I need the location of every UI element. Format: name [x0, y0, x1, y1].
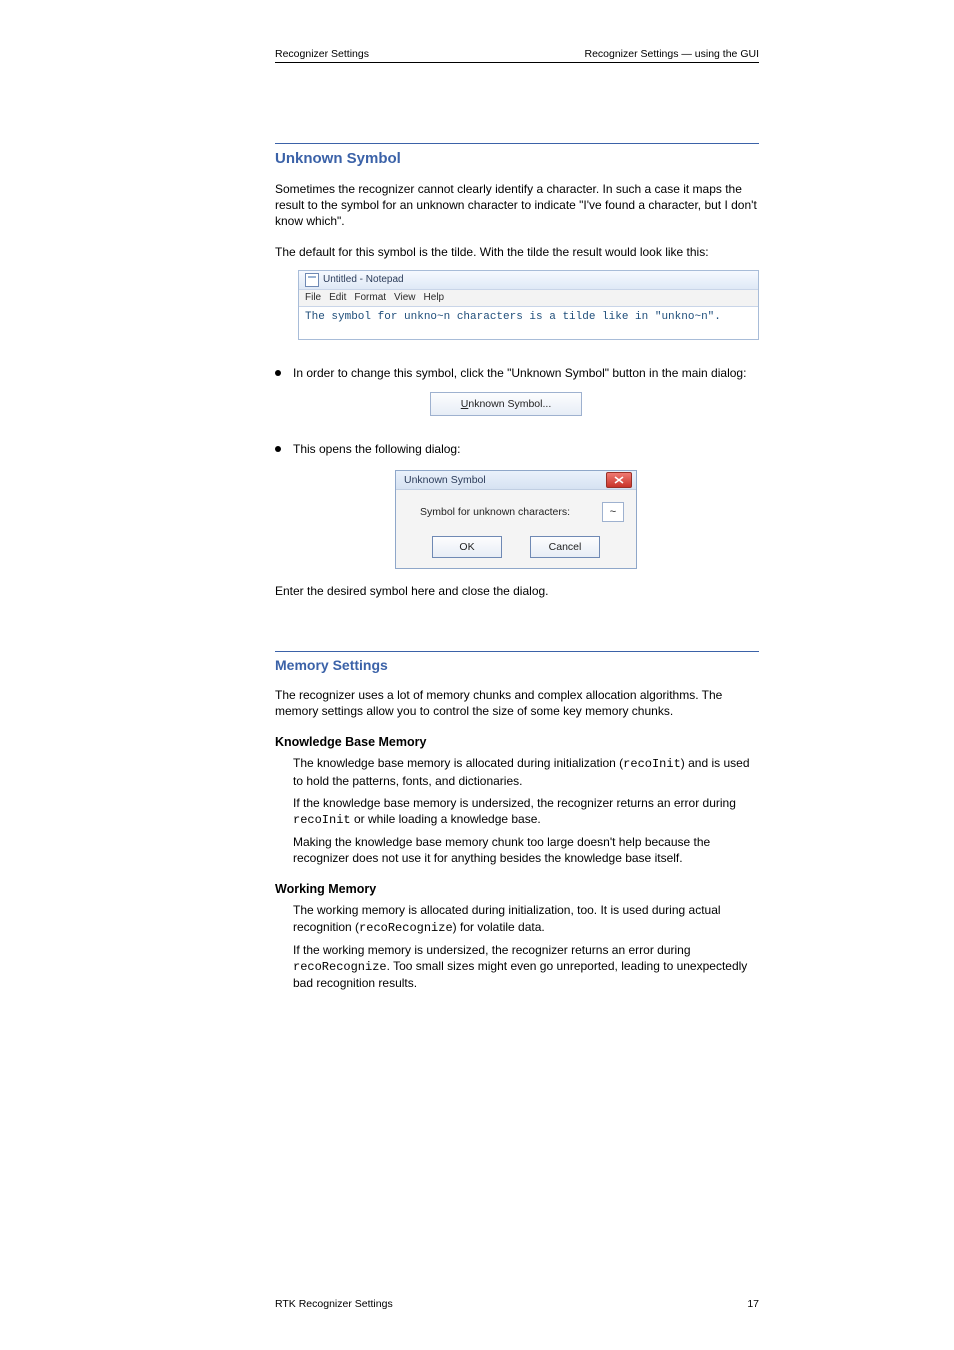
menu-file[interactable]: File [305, 292, 321, 303]
subsection-title-working: Working Memory [275, 882, 759, 896]
dialog-title-text: Unknown Symbol [404, 474, 486, 486]
bullet-2: This opens the following dialog: [275, 442, 759, 456]
header-rule [275, 62, 759, 63]
header-right: Recognizer Settings — using the GUI [584, 48, 759, 60]
section-rule [275, 143, 759, 144]
memory-intro: The recognizer uses a lot of memory chun… [275, 687, 759, 719]
section-title-unknown-symbol: Unknown Symbol [275, 150, 759, 167]
intro-paragraph-1: Sometimes the recognizer cannot clearly … [275, 181, 759, 230]
notepad-window: Untitled - Notepad File Edit Format View… [298, 270, 759, 340]
after-dialog-text: Enter the desired symbol here and close … [275, 583, 759, 599]
notepad-title-text: Untitled - Notepad [323, 274, 404, 285]
unknown-symbol-button[interactable]: Unknown Symbol... [430, 392, 582, 416]
notepad-icon [305, 273, 319, 287]
code-recorecognize-1: recoRecognize [359, 921, 453, 935]
page: Recognizer Settings Recognizer Settings … [0, 0, 954, 1350]
ok-button[interactable]: OK [432, 536, 502, 558]
bullet-dot-icon [275, 370, 281, 376]
dialog-button-row: OK Cancel [396, 530, 636, 568]
bullet-2-text: This opens the following dialog: [293, 442, 460, 456]
code-recoinit-2: recoInit [293, 813, 351, 827]
notepad-menubar: File Edit Format View Help [299, 290, 758, 307]
close-button[interactable] [606, 472, 632, 488]
intro-paragraph-2: The default for this symbol is the tilde… [275, 244, 759, 260]
kb-paragraph-1: The knowledge base memory is allocated d… [293, 755, 759, 788]
code-recoinit-1: recoInit [623, 757, 681, 771]
kb-paragraph-3: Making the knowledge base memory chunk t… [293, 834, 759, 866]
dialog-titlebar: Unknown Symbol [396, 471, 636, 490]
cancel-button[interactable]: Cancel [530, 536, 600, 558]
code-recorecognize-2: recoRecognize [293, 960, 387, 974]
wm-paragraph-1: The working memory is allocated during i… [293, 902, 759, 935]
menu-edit[interactable]: Edit [329, 292, 346, 303]
notepad-text-area: The symbol for unkno~n characters is a t… [299, 307, 758, 339]
wm-paragraph-2: If the working memory is undersized, the… [293, 942, 759, 992]
section-title-memory: Memory Settings [275, 657, 759, 673]
bullet-1: In order to change this symbol, click th… [275, 366, 759, 380]
notepad-titlebar: Untitled - Notepad [299, 271, 758, 290]
unknown-symbol-dialog: Unknown Symbol Symbol for unknown charac… [395, 470, 637, 569]
footer-left: RTK Recognizer Settings [275, 1298, 393, 1310]
menu-view[interactable]: View [394, 292, 416, 303]
page-footer: RTK Recognizer Settings 17 [275, 1298, 759, 1310]
dialog-body: Symbol for unknown characters: ~ [396, 490, 636, 530]
kb-paragraph-2: If the knowledge base memory is undersiz… [293, 795, 759, 828]
symbol-input[interactable]: ~ [602, 502, 624, 522]
footer-page-number: 17 [747, 1298, 759, 1310]
close-icon [614, 476, 624, 484]
subsection-title-kb: Knowledge Base Memory [275, 735, 759, 749]
page-header: Recognizer Settings Recognizer Settings … [275, 48, 759, 62]
header-left: Recognizer Settings [275, 48, 369, 60]
menu-help[interactable]: Help [424, 292, 445, 303]
bullet-dot-icon [275, 446, 281, 452]
menu-format[interactable]: Format [354, 292, 386, 303]
section-rule-2 [275, 651, 759, 652]
dialog-field-label: Symbol for unknown characters: [420, 506, 570, 518]
button-label-rest: nknown Symbol... [468, 398, 551, 410]
bullet-1-text: In order to change this symbol, click th… [293, 366, 746, 380]
